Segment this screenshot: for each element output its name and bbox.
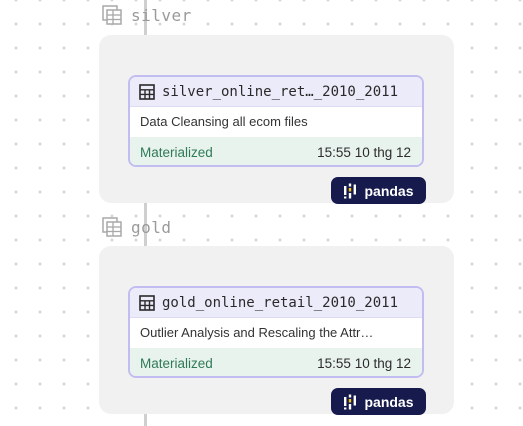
asset-description: Data Cleansing all ecom files — [140, 114, 308, 129]
asset-card-header: gold_online_retail_2010_2011 — [130, 288, 422, 318]
group-label-silver[interactable]: silver — [102, 5, 192, 25]
pandas-logo-icon — [344, 394, 357, 409]
kind-badge: pandas — [331, 388, 426, 415]
asset-status-row: Materialized 15:55 10 thg 12 — [130, 348, 422, 376]
materialized-status: Materialized — [140, 145, 213, 160]
asset-title[interactable]: silver_online_ret…_2010_2011 — [162, 84, 398, 100]
asset-description: Outlier Analysis and Rescaling the Attr… — [140, 325, 374, 340]
group-name: gold — [131, 217, 172, 237]
group-folder-icon — [102, 217, 122, 237]
kind-label: pandas — [364, 393, 414, 410]
asset-title[interactable]: gold_online_retail_2010_2011 — [162, 295, 398, 311]
materialized-timestamp[interactable]: 15:55 10 thg 12 — [317, 145, 411, 160]
asset-status-row: Materialized 15:55 10 thg 12 — [130, 137, 422, 165]
group-folder-icon — [102, 5, 122, 25]
table-icon — [139, 83, 155, 100]
kind-badge: pandas — [331, 177, 426, 204]
asset-card-gold[interactable]: gold_online_retail_2010_2011 Outlier Ana… — [128, 286, 424, 378]
kind-label: pandas — [364, 182, 414, 199]
materialized-timestamp[interactable]: 15:55 10 thg 12 — [317, 356, 411, 371]
pandas-logo-icon — [344, 183, 357, 198]
materialized-status: Materialized — [140, 356, 213, 371]
table-icon — [139, 294, 155, 311]
group-label-gold[interactable]: gold — [102, 217, 172, 237]
asset-card-header: silver_online_ret…_2010_2011 — [130, 77, 422, 107]
group-name: silver — [131, 5, 192, 25]
asset-card-silver[interactable]: silver_online_ret…_2010_2011 Data Cleans… — [128, 75, 424, 167]
